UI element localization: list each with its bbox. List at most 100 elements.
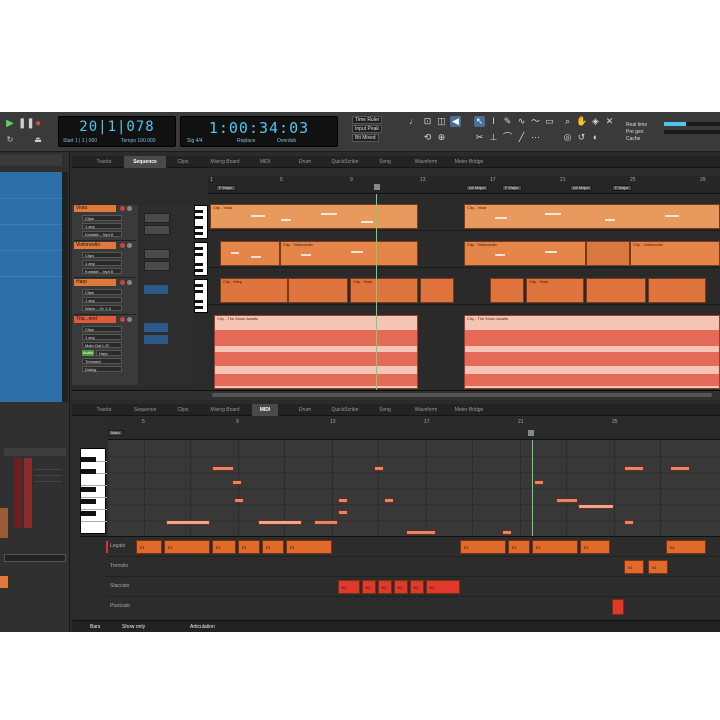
playhead[interactable]	[376, 194, 377, 390]
midi-note[interactable]	[166, 520, 210, 525]
instrument-output[interactable]	[144, 335, 168, 344]
midi-note[interactable]	[314, 520, 338, 525]
midi-note[interactable]	[384, 498, 394, 503]
track-field[interactable]: 1 any	[82, 334, 122, 340]
loop-icon[interactable]: ↻	[4, 134, 16, 146]
clip-violoncello[interactable]: Clip - Violoncello	[280, 241, 418, 266]
midi-note[interactable]	[374, 466, 384, 471]
articulation-block[interactable]: E1	[338, 580, 360, 594]
clip-harp[interactable]	[586, 278, 646, 303]
key-marker[interactable]: F Major	[502, 185, 522, 191]
instrument-slot[interactable]	[144, 249, 170, 259]
articulation-block[interactable]: E1	[460, 540, 506, 554]
clip-violoncello[interactable]: Clip - Violoncello	[464, 241, 586, 266]
tab-clips[interactable]: Clips	[168, 404, 198, 416]
track-name[interactable]: Viola	[74, 205, 116, 212]
bars-counter[interactable]: 20|1|078 Start 1 | 1 | 000 Tempo 100.000	[58, 116, 176, 147]
clip-harp[interactable]	[420, 278, 454, 303]
articulation-block[interactable]: E1	[508, 540, 530, 554]
articulation-block[interactable]: E1	[164, 540, 210, 554]
track-name[interactable]: Harp	[74, 279, 116, 286]
tab-waveform[interactable]: Waveform	[406, 404, 446, 416]
mini-keyboard[interactable]	[194, 205, 208, 239]
track-field[interactable]: Kontakt... Inpt 8	[82, 268, 122, 274]
articulation-row-legato[interactable]: Legato E1 E1 E1 E1 E1 E1 E1 E1 E1 E1 E1	[106, 537, 720, 557]
pause-icon[interactable]: ❚❚	[18, 118, 35, 130]
record-arm-icon[interactable]	[120, 206, 125, 211]
show-only-toggle[interactable]: Show only	[122, 624, 145, 630]
horizontal-scrollbar[interactable]	[212, 393, 712, 397]
record-arm-icon[interactable]	[120, 243, 125, 248]
articulation-block[interactable]: E1	[136, 540, 162, 554]
mute-icon[interactable]	[127, 280, 132, 285]
track-viola[interactable]: Viola Clips 1 any Kontakt... Inpt 8	[74, 205, 136, 241]
instrument-slot[interactable]	[144, 225, 170, 235]
instrument-slot[interactable]	[144, 261, 170, 271]
clip-harp[interactable]: Clip - Harp	[350, 278, 418, 303]
input-peak-dropdown[interactable]: Input Peak	[352, 125, 382, 133]
midi-ruler[interactable]: 5 9 13 17 21 25 Main	[108, 418, 720, 440]
articulation-selector[interactable]: Articulation	[190, 624, 215, 630]
curve-tool-icon[interactable]: ∿	[516, 116, 527, 127]
midi-note[interactable]	[258, 520, 302, 525]
articulation-block[interactable]: E1	[394, 580, 408, 594]
erase-tool-icon[interactable]: ✕	[604, 116, 615, 127]
track-field[interactable]: Trimmed	[82, 358, 122, 364]
color-icon[interactable]: ◐	[590, 132, 601, 143]
lock-icon[interactable]: ⊡	[422, 116, 433, 127]
midi-note[interactable]	[556, 498, 578, 503]
clip-audio[interactable]: Clip - The Moon Awaits	[214, 315, 418, 389]
tab-drum[interactable]: Drum	[292, 156, 318, 168]
mute-icon[interactable]	[127, 243, 132, 248]
hand-tool-icon[interactable]: ✋	[576, 116, 587, 127]
sync-icon[interactable]: ⟲	[422, 132, 433, 143]
clip-harp[interactable]: Clip - Harp	[220, 278, 288, 303]
articulation-row-staccato[interactable]: Staccato E1 E1 E1 E1 E1 E1	[106, 577, 720, 597]
tab-quickscribe[interactable]: QuickScribe	[322, 404, 368, 416]
track-field[interactable]: Clips	[82, 289, 122, 295]
articulation-row-pizzicato[interactable]: Pizzicato	[106, 597, 720, 617]
clip-violoncello[interactable]	[220, 241, 280, 266]
tab-song[interactable]: Song	[372, 404, 398, 416]
tab-quickscribe[interactable]: QuickScribe	[322, 156, 368, 168]
key-marker[interactable]: Ab Major	[570, 185, 593, 191]
midi-note[interactable]	[670, 466, 690, 471]
hybrid-icon[interactable]: ⌒	[502, 132, 513, 143]
piano-roll-grid[interactable]	[108, 440, 720, 536]
track-field[interactable]: Dialog	[82, 366, 122, 372]
tab-tracks[interactable]: Tracks	[86, 156, 122, 168]
track-field[interactable]: Wave... Gr 1-4	[82, 305, 122, 311]
track-harp[interactable]: Harp Clips 1 any Wave... Gr 1-4	[74, 279, 136, 315]
articulation-block[interactable]: E1	[648, 560, 668, 574]
articulation-block[interactable]: E1	[362, 580, 376, 594]
midi-note[interactable]	[406, 530, 436, 535]
midi-note[interactable]	[338, 510, 348, 515]
midi-note[interactable]	[534, 480, 544, 485]
track-field[interactable]: Harp	[96, 350, 122, 356]
articulation-block[interactable]	[612, 599, 624, 615]
articulation-row-tremolo[interactable]: Tremolo E1 E1	[106, 557, 720, 577]
key-marker[interactable]: Ab Major	[466, 185, 489, 191]
articulation-block[interactable]: E1	[426, 580, 460, 594]
instrument-output[interactable]	[144, 285, 168, 294]
tab-mixing-board[interactable]: Mixing Board	[202, 156, 248, 168]
articulation-block[interactable]: E1	[212, 540, 236, 554]
track-audio[interactable]: Tria...orel Clips 1 any Main Out L-R Aud…	[74, 316, 136, 385]
time-ruler-dropdown[interactable]: Time Ruler	[352, 116, 383, 124]
now-marker[interactable]	[374, 184, 380, 190]
browser-list[interactable]	[0, 172, 62, 402]
input-icon[interactable]: ⊕	[436, 132, 447, 143]
zoom-tool-icon[interactable]: ⌕	[562, 116, 573, 127]
key-marker[interactable]: F Major	[216, 185, 236, 191]
tab-meter-bridge[interactable]: Meter Bridge	[448, 404, 490, 416]
tab-sequence[interactable]: Sequence	[124, 404, 166, 416]
articulation-block[interactable]: E1	[532, 540, 578, 554]
scissors-icon[interactable]: ✂	[474, 132, 485, 143]
clip-violoncello[interactable]: Clip - Violoncello	[630, 241, 720, 266]
arrow-tool-icon[interactable]: ↖	[474, 116, 485, 127]
record-icon[interactable]: ●	[32, 118, 44, 130]
articulation-block[interactable]: E1	[262, 540, 284, 554]
text-tool-icon[interactable]: I	[488, 116, 499, 127]
pencil-tool-icon[interactable]: ✎	[502, 116, 513, 127]
tab-sequence[interactable]: Sequence	[124, 156, 166, 168]
